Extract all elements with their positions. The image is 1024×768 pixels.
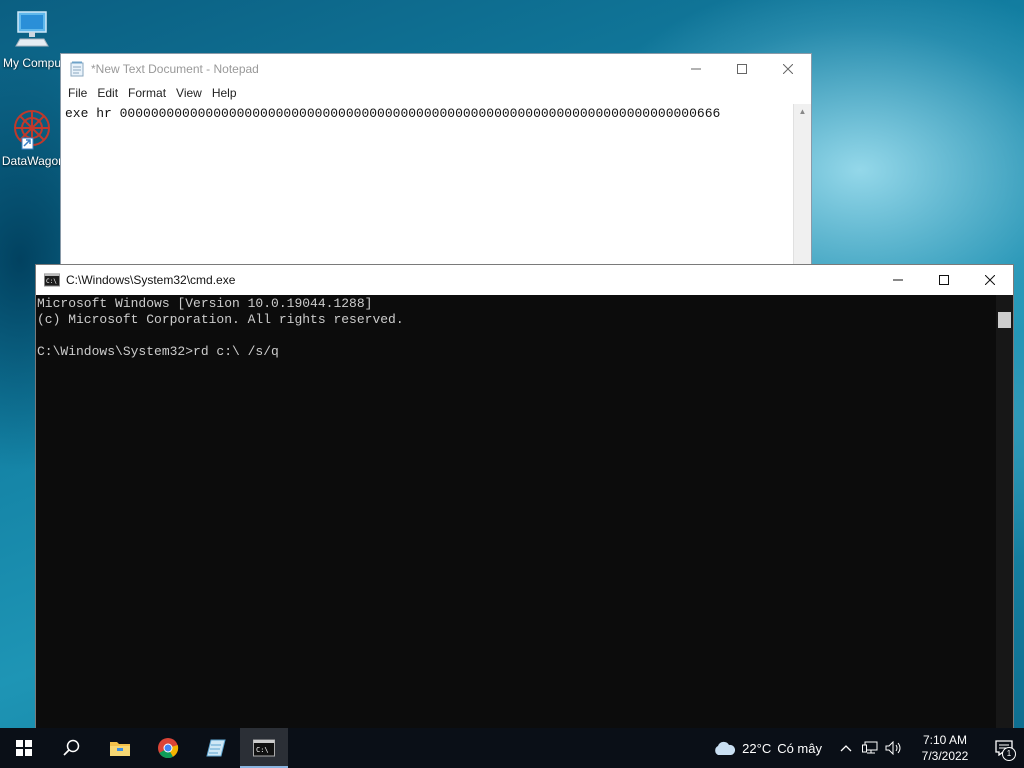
taskbar-notepad[interactable] xyxy=(192,728,240,768)
network-button[interactable] xyxy=(858,728,882,768)
maximize-button[interactable] xyxy=(921,265,967,295)
desktop-icon-label: DataWagor xyxy=(1,154,63,168)
taskbar-cmd[interactable]: C:\ xyxy=(240,728,288,768)
weather-temp: 22°C xyxy=(742,740,772,756)
maximize-icon xyxy=(939,275,949,285)
cmd-scrollbar[interactable] xyxy=(996,295,1013,733)
notepad-icon xyxy=(70,61,84,77)
cmd-icon: C:\ xyxy=(253,739,275,757)
network-icon xyxy=(862,741,878,754)
taskbar-chrome[interactable] xyxy=(144,728,192,768)
menu-file[interactable]: File xyxy=(63,86,92,100)
menu-view[interactable]: View xyxy=(171,86,207,100)
cmd-prompt-line[interactable]: C:\Windows\System32>rd c:\ /s/q xyxy=(37,344,996,360)
scroll-up-icon[interactable]: ▲ xyxy=(794,104,811,118)
computer-icon xyxy=(15,11,49,47)
datawagon-icon xyxy=(14,110,50,150)
clock-date: 7/3/2022 xyxy=(921,749,969,763)
minimize-icon xyxy=(893,279,903,281)
notepad-icon xyxy=(206,739,226,757)
cmd-line: Microsoft Windows [Version 10.0.19044.12… xyxy=(37,296,373,311)
cmd-icon: C:\ xyxy=(44,273,60,287)
clock[interactable]: 7:10 AM 7/3/2022 xyxy=(912,732,978,764)
cmd-output[interactable]: Microsoft Windows [Version 10.0.19044.12… xyxy=(36,295,996,733)
chevron-up-icon xyxy=(840,745,852,752)
start-icon xyxy=(16,740,32,756)
search-button[interactable] xyxy=(48,728,96,768)
system-tray: 22°C Có mây 7:10 AM 7/3/2022 1 xyxy=(712,728,1024,768)
svg-text:C:\: C:\ xyxy=(46,278,57,285)
close-icon xyxy=(985,275,995,285)
volume-button[interactable] xyxy=(882,728,906,768)
volume-icon xyxy=(885,741,901,755)
close-button[interactable] xyxy=(765,54,811,84)
file-explorer-icon xyxy=(110,742,130,756)
desktop-icon-label: My Compu xyxy=(2,56,61,70)
desktop-icon-datawagon[interactable]: DataWagor xyxy=(0,108,64,168)
weather-condition: Có mây xyxy=(777,740,822,756)
taskbar-file-explorer[interactable] xyxy=(96,728,144,768)
minimize-button[interactable] xyxy=(875,265,921,295)
maximize-button[interactable] xyxy=(719,54,765,84)
show-hidden-icons-button[interactable] xyxy=(834,728,858,768)
notepad-menubar: File Edit Format View Help xyxy=(61,84,811,102)
chrome-icon xyxy=(158,738,179,759)
cmd-line: (c) Microsoft Corporation. All rights re… xyxy=(37,312,404,327)
menu-edit[interactable]: Edit xyxy=(92,86,123,100)
cmd-window[interactable]: C:\ C:\Windows\System32\cmd.exe Microsof… xyxy=(35,264,1014,734)
notepad-titlebar[interactable]: *New Text Document - Notepad xyxy=(61,54,811,84)
menu-help[interactable]: Help xyxy=(207,86,242,100)
weather-widget[interactable]: 22°C Có mây xyxy=(712,740,822,756)
cmd-titlebar[interactable]: C:\ C:\Windows\System32\cmd.exe xyxy=(36,265,1013,295)
svg-text:C:\: C:\ xyxy=(256,746,269,754)
close-icon xyxy=(783,64,793,74)
clock-time: 7:10 AM xyxy=(922,733,968,747)
close-button[interactable] xyxy=(967,265,1013,295)
cmd-line xyxy=(37,328,996,344)
minimize-button[interactable] xyxy=(673,54,719,84)
desktop-icon-my-computer[interactable]: My Compu xyxy=(0,10,64,70)
menu-format[interactable]: Format xyxy=(123,86,171,100)
notepad-window[interactable]: *New Text Document - Notepad File Edit F… xyxy=(60,53,812,268)
cloud-icon xyxy=(715,741,736,755)
maximize-icon xyxy=(737,64,747,74)
action-center-button[interactable]: 1 xyxy=(984,728,1024,768)
search-icon xyxy=(63,739,80,756)
cmd-scrollbar-thumb[interactable] xyxy=(998,312,1011,328)
notification-count-badge: 1 xyxy=(1002,747,1016,761)
cmd-title: C:\Windows\System32\cmd.exe xyxy=(66,273,236,287)
taskbar: C:\ 22°C Có mây 7:10 AM 7/3/2022 1 xyxy=(0,728,1024,768)
notepad-scrollbar[interactable]: ▲ xyxy=(793,104,811,267)
minimize-icon xyxy=(691,68,701,70)
notepad-title: *New Text Document - Notepad xyxy=(91,62,259,76)
start-button[interactable] xyxy=(0,728,48,768)
notepad-text-area[interactable]: exe hr 000000000000000000000000000000000… xyxy=(61,104,793,267)
